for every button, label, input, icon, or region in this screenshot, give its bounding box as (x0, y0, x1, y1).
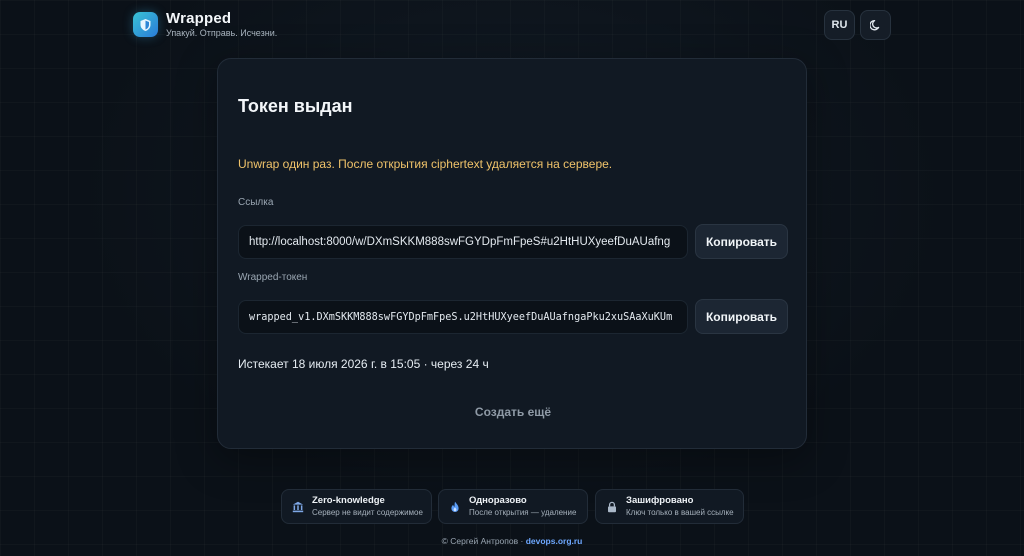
link-value: http://localhost:8000/w/DXmSKKM888swFGYD… (249, 236, 671, 248)
app-header: Wrapped Упакуй. Отправь. Исчезни. (133, 10, 277, 39)
link-label: Ссылка (238, 197, 274, 208)
brand-subtitle: Упакуй. Отправь. Исчезни. (166, 28, 278, 38)
feature-title: Одноразово (469, 495, 527, 506)
feature-desc: Ключ только в вашей ссылке (626, 508, 734, 517)
feature-encrypted: Зашифровано Ключ только в вашей ссылке (595, 489, 744, 524)
create-more-label: Создать ещё (474, 405, 552, 419)
token-card: Токен выдан Unwrap один раз. После откры… (217, 58, 807, 449)
feature-title: Зашифровано (626, 495, 694, 506)
footer: © Сергей Антропов · devops.org.ru (0, 536, 1024, 546)
copy-token-button[interactable]: Копировать (695, 299, 788, 334)
copy-token-label: Копировать (705, 309, 778, 324)
app-logo (133, 12, 158, 37)
bank-icon (292, 501, 304, 512)
expires-text: Истекает 18 июля 2026 г. в 15:05 · через… (238, 357, 489, 371)
footer-copyright: © Сергей Антропов · (441, 536, 526, 546)
theme-toggle-button[interactable] (860, 10, 891, 40)
create-more-button[interactable]: Создать ещё (463, 400, 563, 424)
link-field[interactable]: http://localhost:8000/w/DXmSKKM888swFGYD… (238, 225, 688, 259)
warning-text: Unwrap один раз. После открытия cipherte… (238, 157, 613, 171)
card-title: Токен выдан (238, 96, 353, 116)
moon-icon (869, 19, 879, 31)
feature-title: Zero-knowledge (312, 495, 385, 506)
shield-icon (140, 18, 151, 31)
feature-desc: Сервер не видит содержимое (312, 508, 423, 517)
language-button[interactable]: RU (824, 10, 855, 40)
feature-zero-knowledge: Zero-knowledge Сервер не видит содержимо… (281, 489, 432, 524)
fire-icon (451, 501, 459, 512)
token-label: Wrapped-токен (238, 272, 308, 283)
token-field[interactable]: wrapped_v1.DXmSKKM888swFGYDpFmFpeS.u2HtH… (238, 300, 688, 334)
language-label: RU (831, 19, 848, 31)
feature-desc: После открытия — удаление (469, 508, 577, 517)
brand: Wrapped Упакуй. Отправь. Исчезни. (166, 10, 277, 39)
lock-icon (608, 501, 616, 512)
feature-one-time: Одноразово После открытия — удаление (438, 489, 588, 524)
footer-link[interactable]: devops.org.ru (526, 536, 583, 546)
token-value: wrapped_v1.DXmSKKM888swFGYDpFmFpeS.u2HtH… (249, 311, 673, 323)
copy-link-button[interactable]: Копировать (695, 224, 788, 259)
brand-title: Wrapped (166, 10, 232, 27)
copy-link-label: Копировать (705, 234, 778, 249)
